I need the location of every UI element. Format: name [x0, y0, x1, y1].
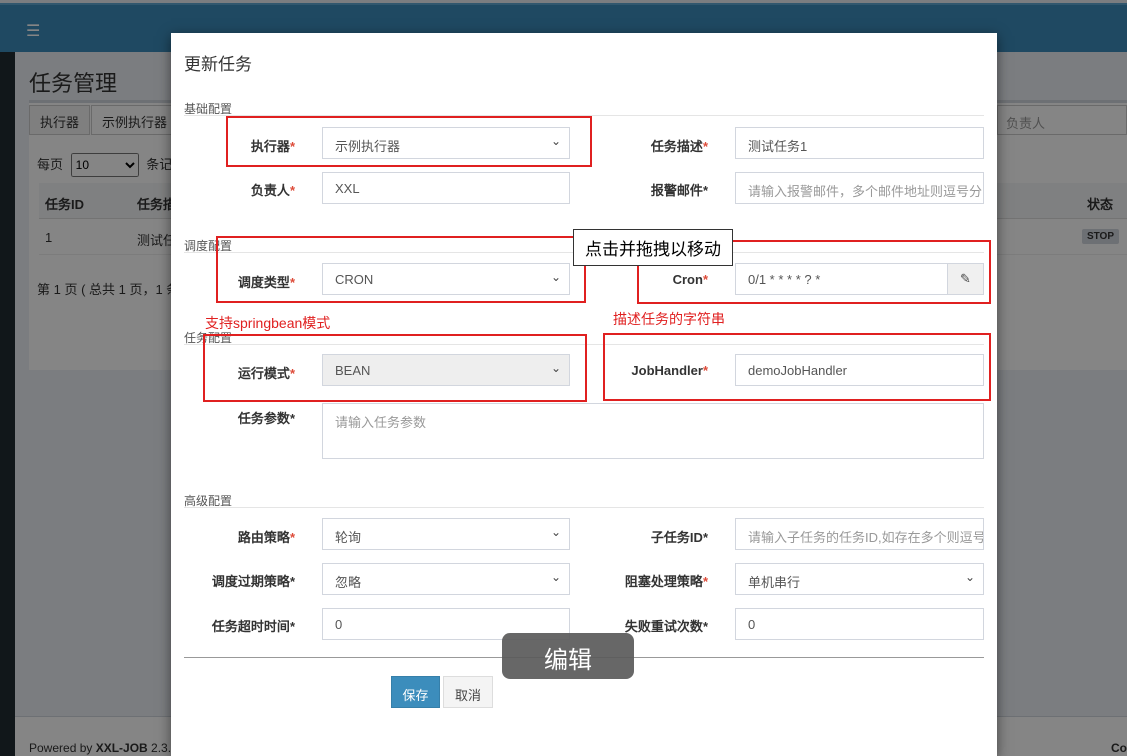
highlight-glue-type — [203, 334, 587, 402]
misfire-label: 调度过期策略* — [211, 574, 295, 589]
chevron-down-icon: ⌄ — [550, 525, 561, 539]
job-param-label: 任务参数* — [237, 411, 295, 426]
author-input[interactable]: XXL — [322, 172, 570, 204]
job-param-textarea[interactable]: 请输入任务参数 — [322, 403, 984, 459]
misfire-select[interactable]: 忽略 ⌄ — [322, 563, 570, 595]
job-desc-input[interactable]: 测试任务1 — [735, 127, 984, 159]
route-label: 路由策略* — [237, 530, 295, 545]
annotation-handler: 描述任务的字符串 — [613, 311, 725, 327]
route-select[interactable]: 轮询 ⌄ — [322, 518, 570, 550]
chevron-down-icon: ⌄ — [964, 570, 975, 584]
modal-title[interactable]: 更新任务 — [184, 50, 252, 75]
drag-tooltip: 点击并拖拽以移动 — [573, 229, 733, 266]
timeout-label: 任务超时时间* — [211, 619, 295, 634]
fail-retry-input[interactable]: 0 — [735, 608, 984, 640]
highlight-schedule-type — [216, 236, 586, 303]
block-strategy-select[interactable]: 单机串行 ⌄ — [735, 563, 984, 595]
cancel-button[interactable]: 取消 — [443, 676, 493, 708]
annotation-springbean: 支持springbean模式 — [205, 315, 331, 331]
alarm-email-label: 报警邮件* — [650, 183, 708, 198]
save-button[interactable]: 保存 — [391, 676, 440, 708]
highlight-job-handler — [603, 333, 991, 401]
chevron-down-icon: ⌄ — [550, 570, 561, 584]
job-desc-label: 任务描述* — [650, 139, 708, 154]
child-job-label: 子任务ID* — [650, 530, 708, 545]
author-label: 负责人* — [250, 183, 295, 198]
toast-message: 编辑 — [502, 633, 634, 679]
section-divider — [184, 507, 984, 508]
highlight-executor — [226, 116, 592, 167]
child-job-input[interactable]: 请输入子任务的任务ID,如存在多个则逗号分隔 — [735, 518, 984, 550]
alarm-email-input[interactable]: 请输入报警邮件，多个邮件地址则逗号分隔 — [735, 172, 984, 204]
block-strategy-label: 阻塞处理策略* — [624, 574, 708, 589]
